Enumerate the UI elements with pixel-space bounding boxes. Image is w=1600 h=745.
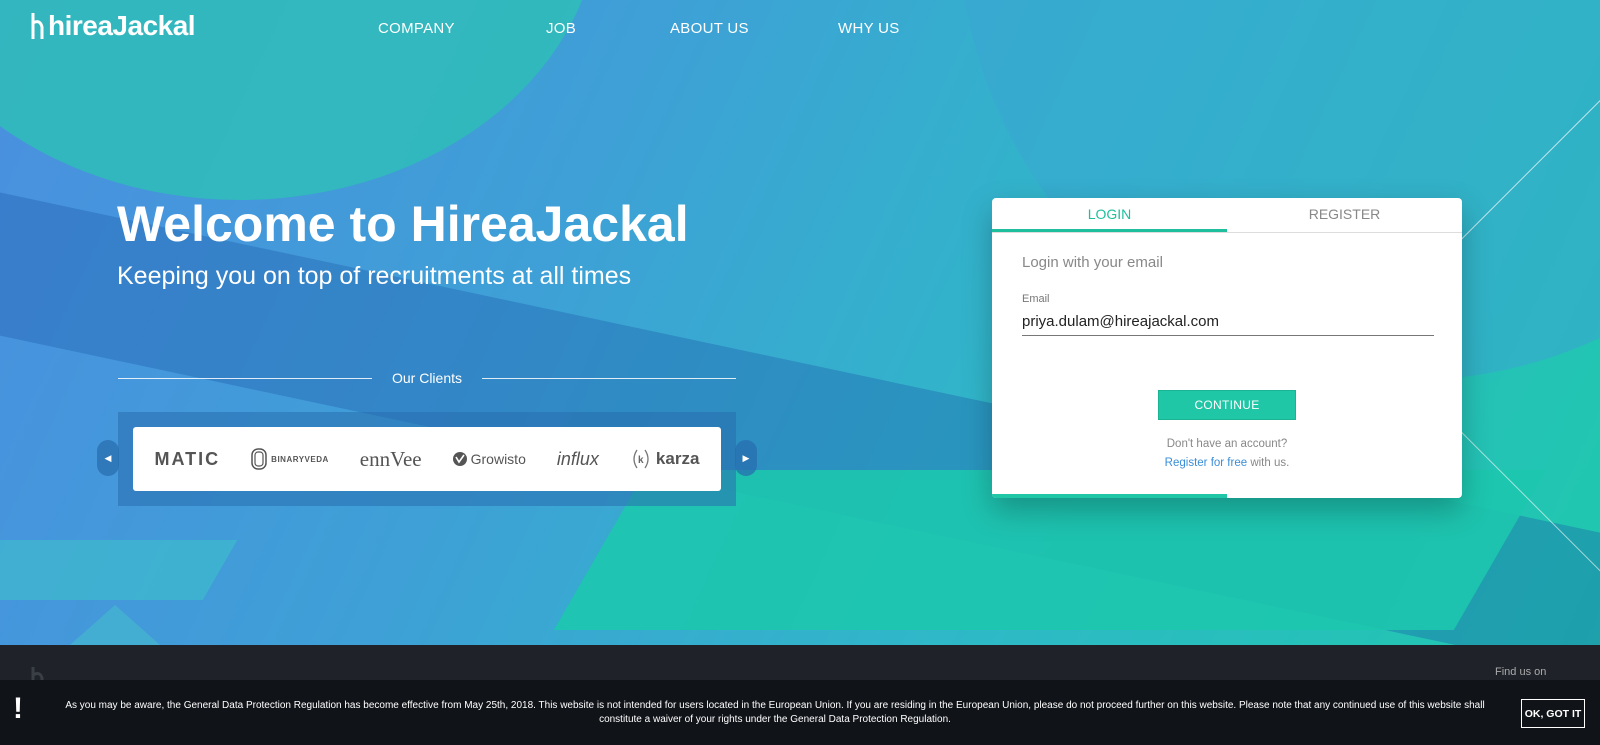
hero-subtitle: Keeping you on top of recruitments at al…: [117, 262, 632, 290]
client-logo-binaryveda: BINARYVEDA: [251, 448, 329, 470]
background-triangle: [70, 605, 160, 645]
client-logo-growisto: Growisto: [452, 451, 526, 467]
tab-register[interactable]: REGISTER: [1227, 198, 1462, 232]
client-logo-matic: MATIC: [154, 448, 221, 469]
warning-icon: !: [13, 692, 23, 725]
divider-line: [118, 378, 372, 379]
nav-company[interactable]: COMPANY: [378, 20, 455, 37]
brand-logo[interactable]: hireaJackal: [30, 10, 196, 42]
email-field[interactable]: [1022, 308, 1434, 336]
login-heading: Login with your email: [1022, 254, 1163, 271]
divider-line: [482, 378, 736, 379]
background-band: [0, 540, 238, 600]
client-logo-influx: influx: [556, 448, 599, 469]
hero-section: hireaJackal COMPANY JOB ABOUT US WHY US …: [0, 0, 1600, 645]
auth-tabs: LOGIN REGISTER: [992, 198, 1462, 233]
email-label: Email: [1022, 293, 1050, 305]
login-card: LOGIN REGISTER Login with your email Ema…: [992, 198, 1462, 498]
karza-icon: k: [633, 449, 649, 469]
clients-logo-strip: MATIC BINARYVEDA ennVee Growisto influx …: [133, 427, 721, 491]
register-link[interactable]: Register for free: [1165, 457, 1247, 469]
no-account-text: Don't have an account?: [1166, 438, 1288, 450]
nav-about-us[interactable]: ABOUT US: [670, 20, 749, 37]
chevron-left-icon: ◀: [104, 452, 112, 463]
binaryveda-icon: [251, 448, 267, 470]
find-us-label: Find us on: [1495, 666, 1547, 678]
tab-login[interactable]: LOGIN: [992, 198, 1227, 232]
clients-heading: Our Clients: [391, 370, 463, 386]
jackal-logo-icon: [31, 13, 44, 39]
login-progress-bar: [992, 494, 1227, 498]
nav-why-us[interactable]: WHY US: [838, 20, 900, 37]
svg-text:k: k: [638, 455, 644, 466]
gdpr-accept-button[interactable]: OK, GOT IT: [1521, 699, 1585, 728]
top-navigation: hireaJackal COMPANY JOB ABOUT US WHY US: [0, 0, 1600, 60]
client-logo-karza: k karza: [630, 448, 699, 470]
register-prompt: Register for free with us.: [992, 457, 1462, 469]
carousel-prev-button[interactable]: ◀: [97, 440, 119, 476]
carousel-next-button[interactable]: ▶: [735, 440, 757, 476]
nav-job[interactable]: JOB: [546, 20, 576, 37]
gdpr-notice-text: As you may be aware, the General Data Pr…: [65, 700, 1485, 725]
chevron-right-icon: ▶: [742, 452, 750, 463]
hero-title: Welcome to HireaJackal: [117, 196, 689, 252]
continue-button[interactable]: CONTINUE: [1158, 390, 1296, 420]
brand-name: hireaJackal: [48, 10, 196, 41]
growisto-icon: [452, 452, 467, 466]
register-suffix: with us.: [1247, 457, 1290, 469]
client-logo-ennvee: ennVee: [359, 446, 422, 471]
gdpr-banner: ! As you may be aware, the General Data …: [0, 680, 1600, 745]
